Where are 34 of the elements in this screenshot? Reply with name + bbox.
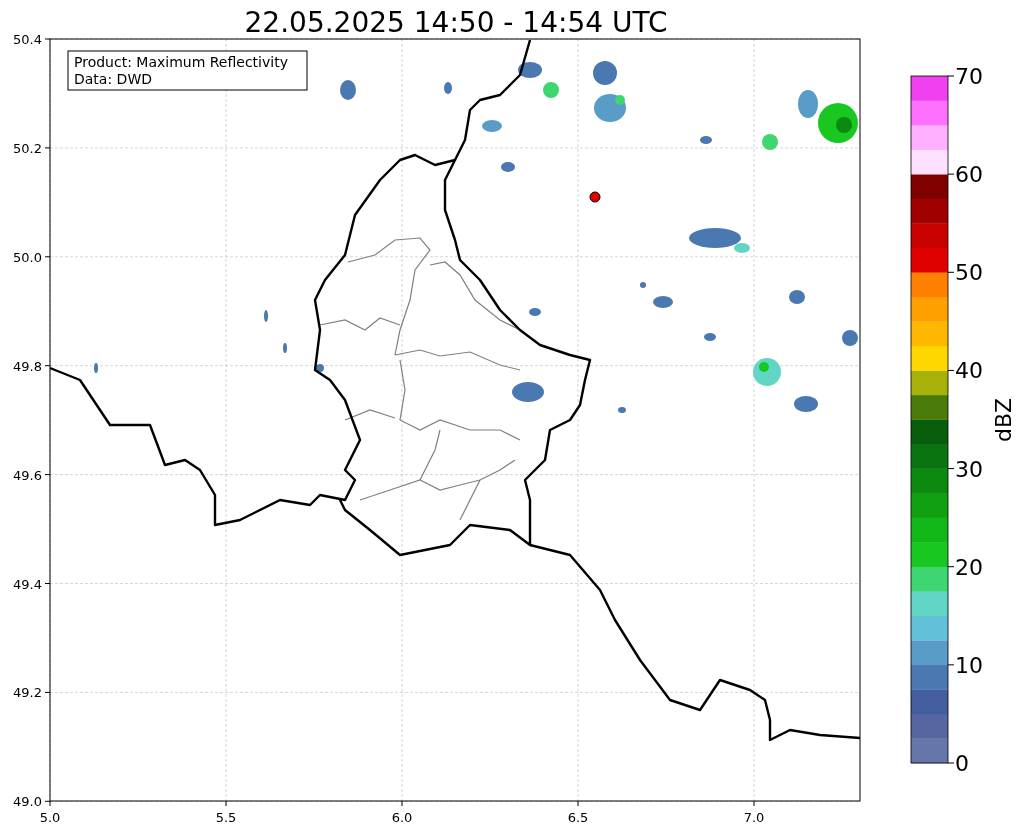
- y-tick-label: 49.0: [13, 794, 42, 810]
- legend-text: Data: DWD: [74, 71, 152, 87]
- colorbar-tick: [947, 566, 955, 568]
- location-marker: [589, 191, 601, 203]
- x-tick-label: 7.0: [743, 810, 765, 825]
- colorbar-tick: [947, 762, 955, 764]
- colorbar-tick-label: 0: [955, 751, 969, 776]
- colorbar-tick: [947, 468, 955, 470]
- colorbar-tick: [947, 75, 955, 77]
- colorbar-tick-label: 70: [955, 64, 983, 89]
- colorbar-tick: [947, 271, 955, 273]
- colorbar-tick-label: 30: [955, 456, 983, 482]
- y-tick-label: 49.8: [13, 358, 42, 374]
- colorbar-tick: [947, 173, 955, 175]
- y-tick-label: 49.6: [13, 467, 42, 483]
- colorbar-tick-label: 60: [955, 162, 983, 188]
- y-tick-label: 50.4: [13, 32, 42, 47]
- colorbar-tick-label: 50: [955, 260, 983, 286]
- y-tick-label: 49.4: [13, 576, 42, 592]
- colorbar-tick-label: 10: [955, 652, 983, 678]
- colorbar-tick: [947, 369, 955, 371]
- x-tick-label: 5.5: [215, 810, 237, 825]
- chart-title: 22.05.2025 14:50 - 14:54 UTC: [244, 6, 668, 39]
- legend-text: Product: Maximum Reflectivity: [74, 54, 288, 70]
- y-tick-label: 50.0: [13, 249, 42, 265]
- x-tick-label: 6.0: [391, 810, 413, 825]
- colorbar-tick: [947, 664, 955, 666]
- x-tick-label: 6.5: [567, 810, 589, 825]
- colorbar-tick-label: 40: [955, 358, 983, 384]
- colorbar-label: dBZ: [991, 397, 1016, 443]
- y-tick-label: 49.2: [13, 685, 42, 701]
- colorbar-tick-label: 20: [955, 554, 983, 580]
- y-tick-label: 50.2: [13, 140, 42, 156]
- x-tick-label: 5.0: [39, 810, 61, 825]
